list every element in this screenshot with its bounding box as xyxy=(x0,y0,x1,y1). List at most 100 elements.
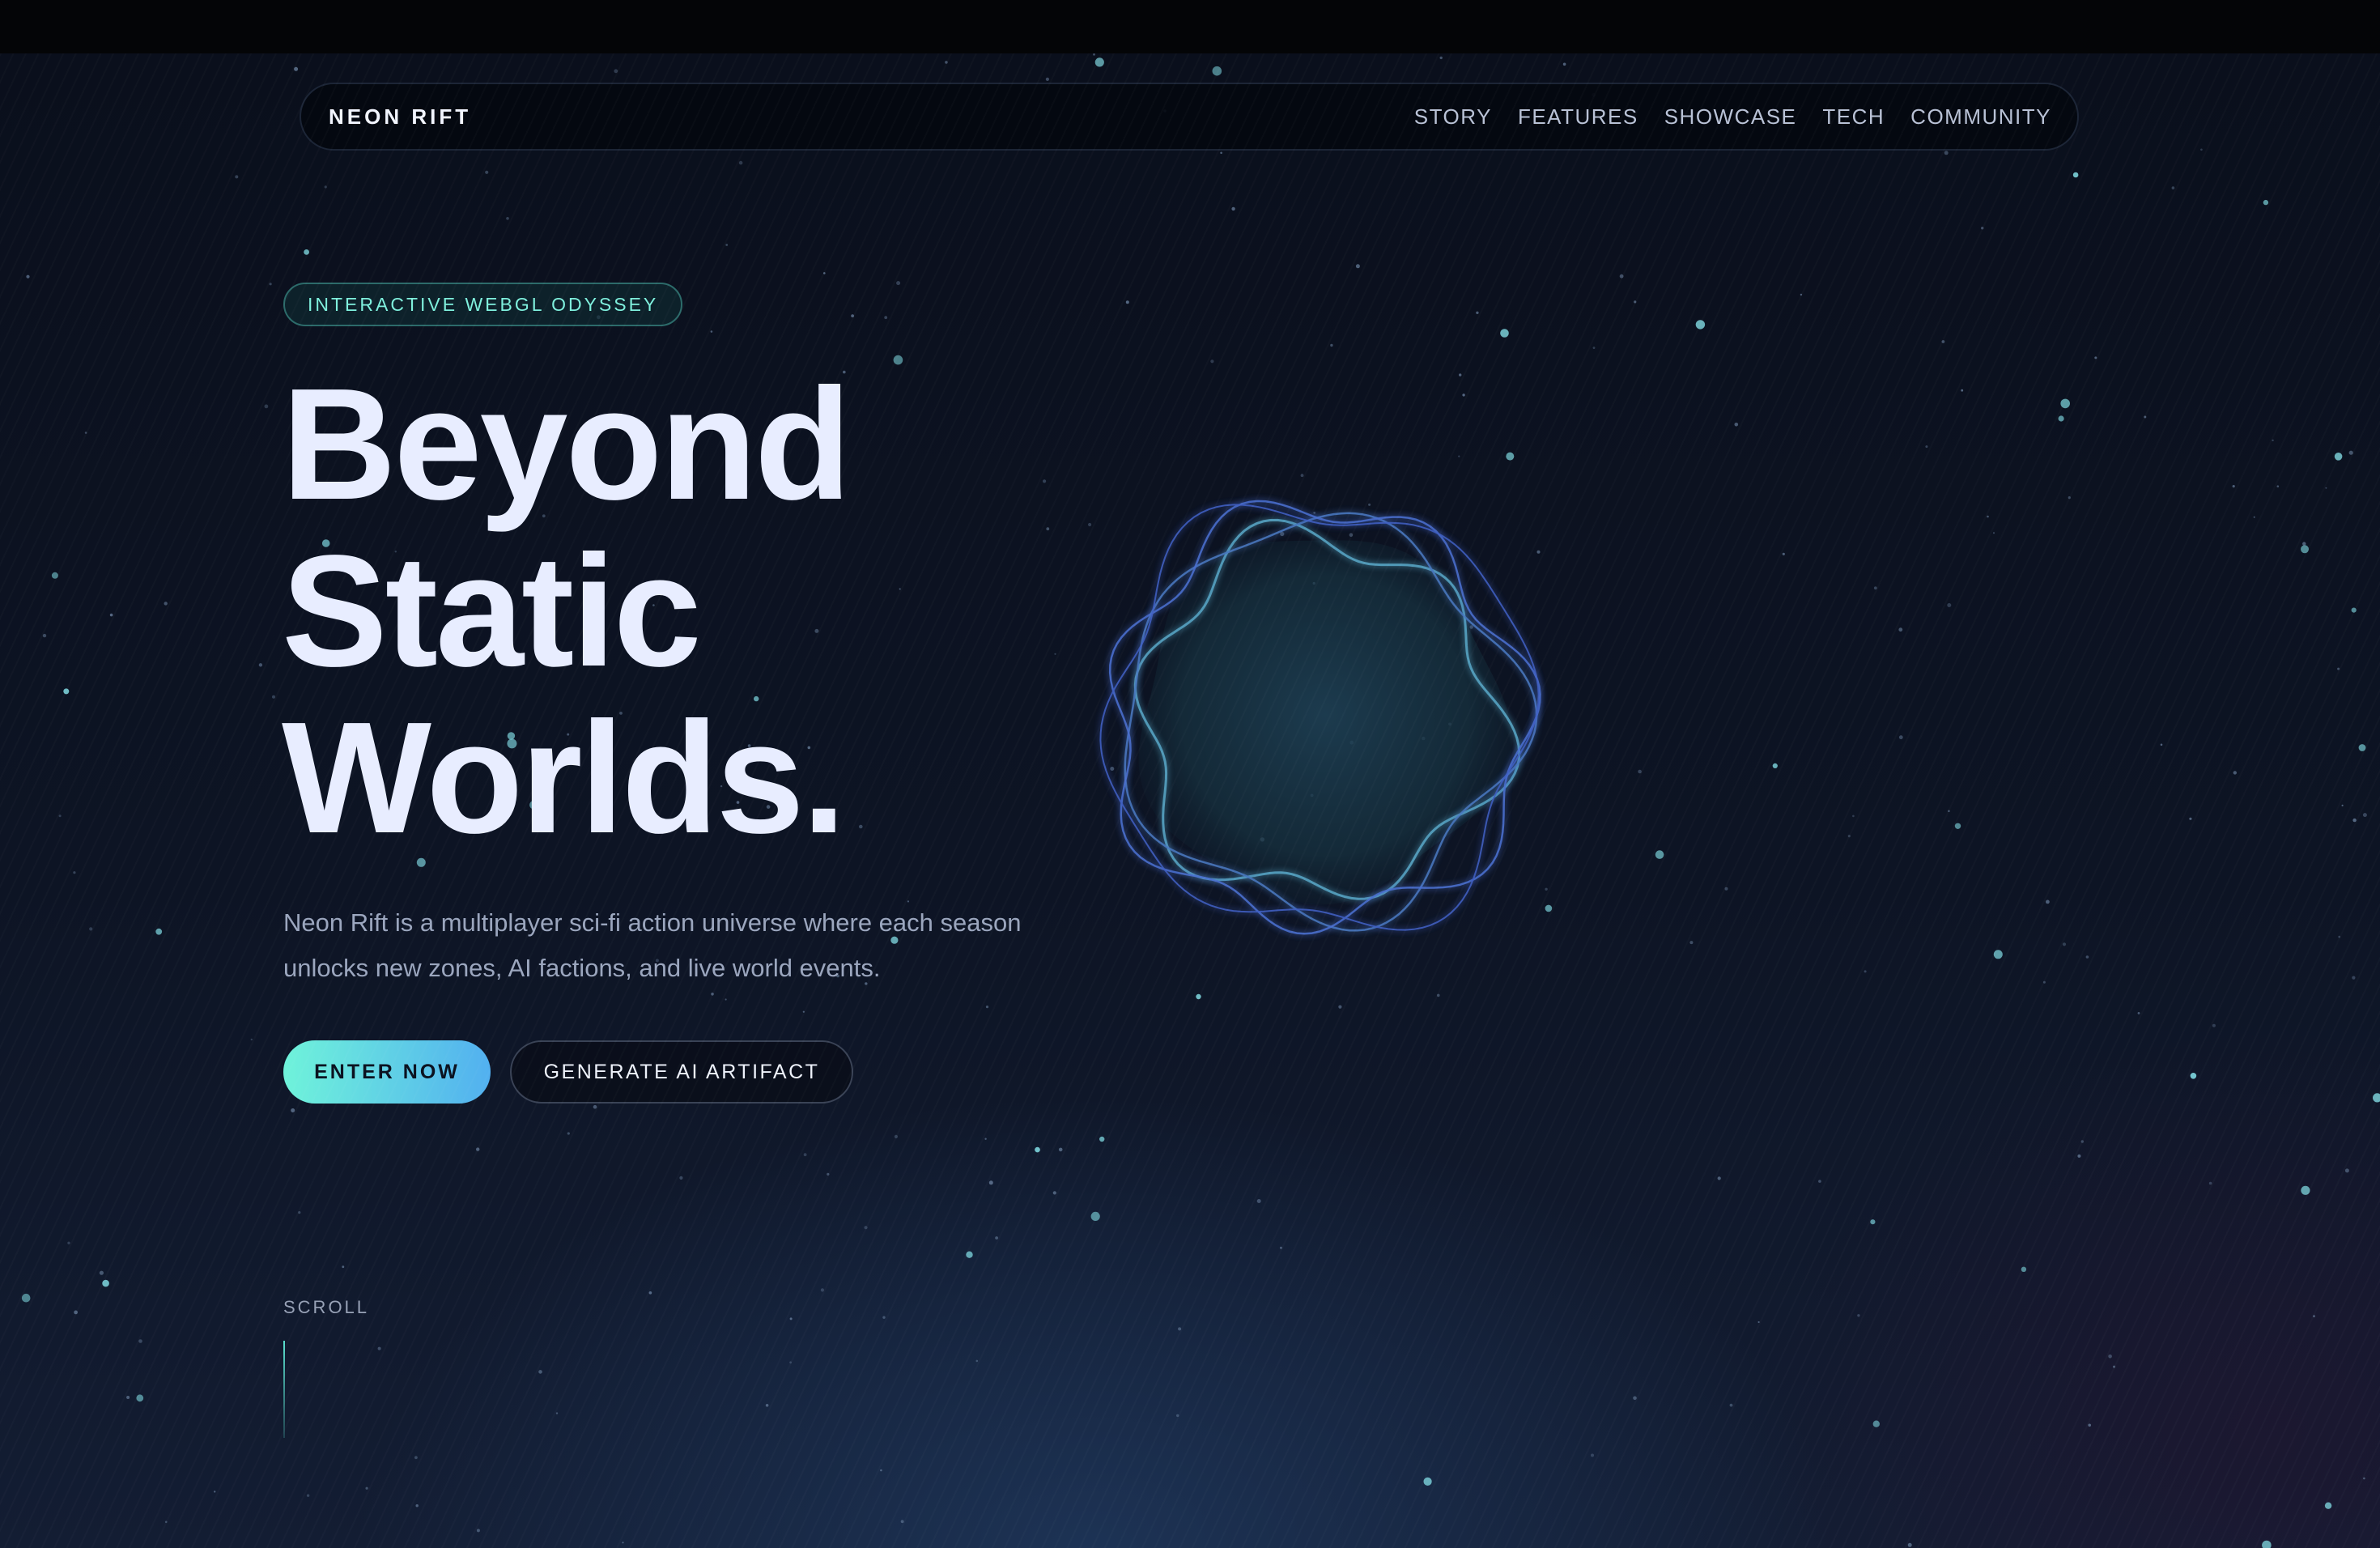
nav-link-community[interactable]: COMMUNITY xyxy=(1910,104,2051,130)
star xyxy=(2212,1023,2216,1027)
star xyxy=(1898,627,1903,632)
star xyxy=(1717,1176,1721,1180)
star xyxy=(2088,1423,2091,1427)
star xyxy=(1734,423,1739,427)
star xyxy=(2301,1185,2310,1195)
star xyxy=(164,602,168,606)
star xyxy=(1093,53,1095,56)
star xyxy=(342,1265,345,1269)
generate-ai-artifact-button[interactable]: GENERATE AI ARTIFACT xyxy=(510,1040,853,1104)
star xyxy=(1729,1403,1733,1407)
star xyxy=(2337,667,2340,670)
star xyxy=(614,69,618,74)
star xyxy=(789,1317,793,1320)
star xyxy=(1196,993,1201,1000)
star xyxy=(1864,970,1867,973)
nav-link-tech[interactable]: TECH xyxy=(1822,104,1885,130)
star xyxy=(803,1153,807,1157)
star xyxy=(1220,151,1222,155)
brand-logo[interactable]: NEON RIFT xyxy=(329,104,471,130)
star xyxy=(988,1180,993,1185)
star xyxy=(2253,516,2255,518)
star xyxy=(414,1456,418,1460)
star xyxy=(102,1279,109,1287)
star xyxy=(2276,485,2280,487)
star xyxy=(365,1486,368,1490)
star xyxy=(377,1346,381,1350)
nav-link-showcase[interactable]: SHOWCASE xyxy=(1664,104,1797,130)
star xyxy=(725,998,727,1001)
star xyxy=(1437,993,1440,997)
star xyxy=(1439,56,1443,60)
star xyxy=(802,1010,805,1013)
star xyxy=(725,244,729,246)
star xyxy=(1592,347,1596,349)
star xyxy=(2272,439,2274,442)
star xyxy=(1782,552,1785,555)
star xyxy=(1355,264,1360,269)
star xyxy=(1987,515,1989,518)
star xyxy=(1591,1453,1594,1457)
star xyxy=(2362,813,2367,818)
star xyxy=(1052,1191,1056,1195)
star xyxy=(2200,148,2203,151)
star xyxy=(415,1504,419,1508)
star xyxy=(710,330,713,333)
star xyxy=(538,1370,542,1374)
enter-now-button[interactable]: ENTER NOW xyxy=(283,1040,491,1104)
star xyxy=(1330,343,1333,347)
star xyxy=(945,61,948,64)
star xyxy=(765,1404,769,1407)
star xyxy=(1500,329,1509,338)
star xyxy=(1210,359,1214,364)
star xyxy=(109,613,113,617)
star xyxy=(89,927,93,931)
nav-link-story[interactable]: STORY xyxy=(1414,104,1492,130)
star xyxy=(324,185,327,189)
star xyxy=(738,160,743,165)
star xyxy=(2325,487,2327,489)
star xyxy=(1178,1327,1182,1331)
hero-title-line-1: Beyond xyxy=(282,355,852,533)
star xyxy=(1212,66,1222,76)
star xyxy=(2232,485,2235,488)
star xyxy=(823,272,826,274)
star xyxy=(2077,1154,2081,1158)
nav-link-features[interactable]: FEATURES xyxy=(1518,104,1638,130)
star xyxy=(1035,1146,1040,1153)
star xyxy=(1231,206,1235,211)
star xyxy=(126,1396,130,1399)
star xyxy=(2160,743,2163,746)
star xyxy=(1476,311,1479,314)
star xyxy=(42,633,47,638)
star xyxy=(827,1172,830,1176)
star xyxy=(99,1270,104,1275)
star xyxy=(1279,1246,1282,1249)
star xyxy=(26,274,30,279)
star xyxy=(1948,810,1950,813)
scroll-indicator-line xyxy=(283,1341,285,1438)
star xyxy=(2068,496,2071,500)
star xyxy=(1619,274,1624,279)
star xyxy=(63,688,70,695)
star xyxy=(711,993,714,996)
star xyxy=(893,355,903,365)
star xyxy=(894,1134,898,1138)
star xyxy=(2072,172,2079,178)
star xyxy=(1873,586,1877,590)
star xyxy=(555,1412,559,1414)
star xyxy=(1043,479,1047,483)
star xyxy=(975,1359,979,1363)
star xyxy=(1090,1211,1100,1221)
star xyxy=(1847,835,1851,838)
star xyxy=(2060,398,2070,409)
star xyxy=(1724,887,1728,891)
star xyxy=(1993,950,2003,959)
star xyxy=(58,814,62,818)
star xyxy=(155,928,163,935)
star xyxy=(2171,186,2175,189)
star xyxy=(264,404,269,409)
star xyxy=(485,170,489,174)
star xyxy=(1954,823,1961,829)
star xyxy=(476,1147,480,1151)
